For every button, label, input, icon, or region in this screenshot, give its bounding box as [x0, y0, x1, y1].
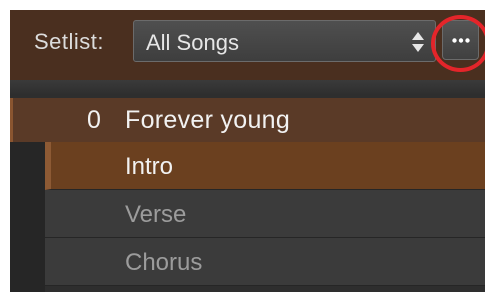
part-row-verse[interactable]: Verse [45, 190, 485, 238]
part-label: Intro [125, 153, 174, 180]
divider [10, 80, 485, 95]
up-down-arrows-icon [412, 32, 424, 52]
setlist-header: Setlist: All Songs [10, 10, 485, 80]
setlist-panel: Setlist: All Songs 0 Forever young Intro… [10, 10, 485, 292]
more-options-button[interactable] [442, 20, 479, 60]
parts-indent-gutter [10, 142, 45, 292]
song-row[interactable]: 0 Forever young [10, 98, 485, 142]
setlist-dropdown-value: All Songs [146, 30, 239, 55]
part-label: Verse [125, 201, 187, 228]
part-row-chorus[interactable]: Chorus [45, 238, 485, 286]
ellipsis-icon [452, 38, 470, 43]
song-number: 0 [87, 106, 101, 134]
song-title: Forever young [125, 106, 291, 134]
setlist-label: Setlist: [34, 29, 105, 54]
setlist-dropdown[interactable]: All Songs [133, 20, 436, 62]
part-row-intro[interactable]: Intro [45, 142, 485, 190]
part-label: Chorus [125, 249, 203, 276]
